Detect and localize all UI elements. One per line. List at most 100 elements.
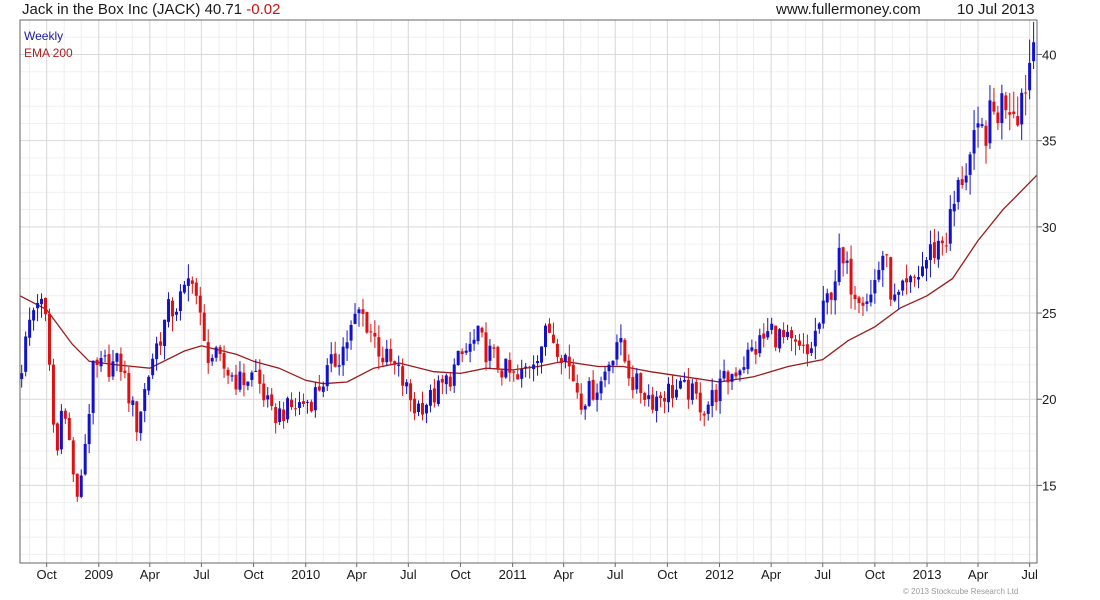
candle-body xyxy=(524,366,528,368)
candle-body xyxy=(504,358,508,378)
candle-body xyxy=(301,401,305,404)
candle-body xyxy=(544,325,548,348)
candle-body xyxy=(186,278,190,286)
candle-body xyxy=(151,358,155,376)
candle-body xyxy=(432,388,436,403)
candle-body xyxy=(579,393,583,410)
candle-body xyxy=(865,301,869,304)
candle-body xyxy=(329,354,333,364)
candle-body xyxy=(286,398,290,420)
candle xyxy=(504,358,508,379)
candle-body xyxy=(619,338,623,343)
candle-body xyxy=(436,380,440,405)
candle-body xyxy=(294,408,298,410)
candle-body xyxy=(424,404,428,414)
y-tick-label: 30 xyxy=(1042,220,1056,235)
candle-body xyxy=(170,300,174,317)
candle-body xyxy=(254,370,258,372)
candle-body xyxy=(417,403,421,413)
candle-body xyxy=(821,300,825,324)
candle-body xyxy=(266,395,270,400)
x-tick-label: Apr xyxy=(968,567,989,582)
candle-body xyxy=(678,380,682,389)
candle xyxy=(59,404,63,455)
candle-body xyxy=(393,361,397,365)
candle-body xyxy=(742,367,746,370)
candle-body xyxy=(309,401,313,412)
candle-body xyxy=(988,100,992,144)
candle-body xyxy=(178,291,182,312)
candle-body xyxy=(536,361,540,364)
candle-body xyxy=(571,364,575,382)
candle-body xyxy=(635,373,639,390)
candle-body xyxy=(131,400,135,405)
x-tick-label: 2012 xyxy=(705,567,734,582)
candle-body xyxy=(794,339,798,342)
candle xyxy=(51,358,55,433)
candle-body xyxy=(79,475,83,497)
candle-body xyxy=(540,346,544,363)
candle-body xyxy=(103,355,107,357)
candle-body xyxy=(667,383,671,403)
candle-body xyxy=(87,414,91,445)
candle-body xyxy=(218,347,222,354)
candle-body xyxy=(44,298,48,315)
candle-body xyxy=(413,398,417,414)
candle-body xyxy=(1004,95,1008,111)
candle-body xyxy=(135,401,139,433)
candle-body xyxy=(738,370,742,376)
candle-body xyxy=(123,370,127,374)
candle xyxy=(24,331,28,377)
candle-body xyxy=(28,319,32,338)
candle-body xyxy=(127,373,131,404)
candle-body xyxy=(790,330,794,339)
candle-body xyxy=(163,319,167,346)
candle-body xyxy=(976,123,980,128)
candle-body xyxy=(924,260,928,269)
candle-body xyxy=(710,390,714,407)
x-tick-label: Jul xyxy=(400,567,417,582)
candle-body xyxy=(361,309,365,314)
candle-body xyxy=(698,392,702,413)
candle-body xyxy=(115,353,119,362)
candle-body xyxy=(857,297,861,304)
candle-body xyxy=(786,331,790,337)
candle-body xyxy=(508,359,512,373)
chart-title: Jack in the Box Inc (JACK) 40.71 -0.02 xyxy=(22,1,280,18)
x-tick-label: Oct xyxy=(450,567,471,582)
y-tick-label: 40 xyxy=(1042,47,1056,62)
candle-body xyxy=(587,381,591,406)
candle-body xyxy=(972,130,976,154)
candle-body xyxy=(670,385,674,399)
candle-body xyxy=(1020,92,1024,125)
candle-body xyxy=(341,346,345,366)
candle-body xyxy=(532,364,536,370)
candle-body xyxy=(51,364,55,425)
x-tick-label: Jul xyxy=(814,567,831,582)
candle-body xyxy=(623,339,627,362)
candle-body xyxy=(917,277,921,280)
candle-body xyxy=(655,396,659,411)
candle-body xyxy=(651,394,655,410)
candle-body xyxy=(480,327,484,333)
candle-body xyxy=(428,390,432,406)
candle-body xyxy=(278,408,282,422)
copyright: © 2013 Stockcube Research Ltd xyxy=(903,587,1019,596)
candle-body xyxy=(389,348,393,362)
candle xyxy=(496,345,500,374)
candle-body xyxy=(964,175,968,183)
candle-body xyxy=(627,360,631,379)
candle-body xyxy=(444,375,448,385)
y-tick-label: 20 xyxy=(1042,392,1056,407)
candle-body xyxy=(948,209,952,244)
candle-body xyxy=(472,339,476,344)
candle-body xyxy=(270,394,274,407)
candle-body xyxy=(901,280,905,291)
candle-body xyxy=(63,410,67,419)
candle-body xyxy=(528,366,532,368)
candle-body xyxy=(321,386,325,392)
x-tick-label: 2009 xyxy=(84,567,113,582)
plot-background xyxy=(20,20,1037,563)
candle-body xyxy=(591,379,595,400)
candle-body xyxy=(325,365,329,387)
